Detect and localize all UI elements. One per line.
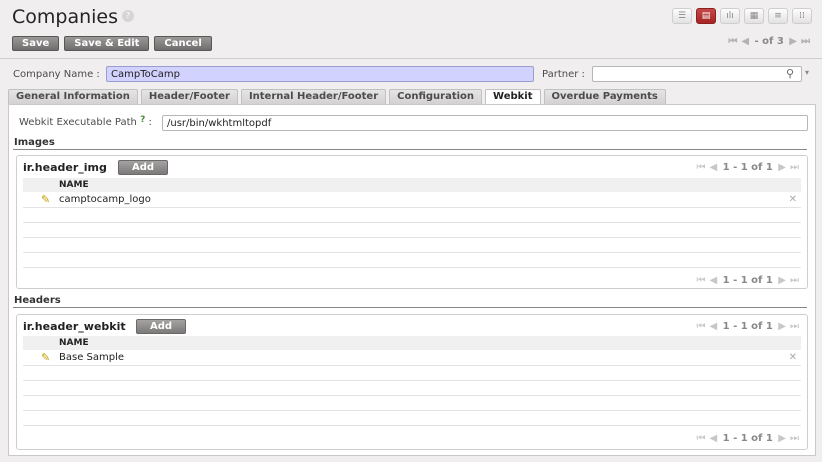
record-pager-text: - of 3 xyxy=(754,36,784,47)
table-row[interactable]: ✎ camptocamp_logo ✕ xyxy=(23,193,801,208)
headers-section-title: Headers xyxy=(14,295,61,306)
table-row[interactable]: ✎ Base Sample ✕ xyxy=(23,351,801,366)
header-img-pager-bottom-text: 1 - 1 of 1 xyxy=(722,275,773,286)
kanban-icon[interactable]: ⁞⁞ xyxy=(792,8,812,24)
webkit-path-label-text: Webkit Executable Path xyxy=(19,117,137,128)
delete-icon[interactable]: ✕ xyxy=(789,193,797,207)
help-icon[interactable]: ? xyxy=(140,115,145,125)
empty-row xyxy=(23,208,801,223)
first-page-icon[interactable]: ⏮ xyxy=(696,275,705,286)
header-webkit-pager-bottom-text: 1 - 1 of 1 xyxy=(722,433,773,444)
page-title: Companies? xyxy=(12,6,135,28)
company-name-label: Company Name : xyxy=(13,69,100,80)
tab-general-information[interactable]: General Information xyxy=(8,89,138,104)
next-page-icon[interactable]: ▶ xyxy=(778,162,786,173)
list-icon[interactable]: ☰ xyxy=(672,8,692,24)
header-webkit-list: ir.header_webkit Add ⏮ ◀ 1 - 1 of 1 ▶ ⏭ NA… xyxy=(16,314,808,450)
pencil-icon[interactable]: ✎ xyxy=(41,351,50,365)
last-page-icon[interactable]: ⏭ xyxy=(790,275,799,286)
empty-row xyxy=(23,411,801,426)
form-icon[interactable]: ▤ xyxy=(696,8,716,24)
header-img-field-label: ir.header_img xyxy=(23,161,107,174)
images-section-line xyxy=(13,149,807,150)
partner-label: Partner : xyxy=(542,69,585,80)
name-column-header[interactable]: NAME xyxy=(23,178,801,192)
next-page-icon[interactable]: ▶ xyxy=(778,433,786,444)
add-header-img-button[interactable]: Add xyxy=(118,160,168,175)
tab-header-footer[interactable]: Header/Footer xyxy=(140,89,238,104)
row-name: camptocamp_logo xyxy=(59,194,151,205)
header-webkit-pager-text: 1 - 1 of 1 xyxy=(722,321,773,332)
header-img-pager-text: 1 - 1 of 1 xyxy=(722,162,773,173)
pencil-icon[interactable]: ✎ xyxy=(41,193,50,207)
header-img-list: ir.header_img Add ⏮ ◀ 1 - 1 of 1 ▶ ⏭ NAME … xyxy=(16,155,808,289)
add-header-webkit-button[interactable]: Add xyxy=(136,319,186,334)
name-column-header[interactable]: NAME xyxy=(23,336,801,350)
webkit-path-label: Webkit Executable Path ? : xyxy=(19,115,152,128)
next-page-icon[interactable]: ▶ xyxy=(778,321,786,332)
prev-page-icon[interactable]: ◀ xyxy=(709,321,717,332)
header-webkit-pager-bottom: ⏮ ◀ 1 - 1 of 1 ▶ ⏭ xyxy=(694,433,801,444)
search-icon[interactable]: ⚲ xyxy=(786,67,794,80)
last-page-icon[interactable]: ⏭ xyxy=(790,321,799,332)
tab-internal-header-footer[interactable]: Internal Header/Footer xyxy=(240,89,387,104)
empty-row xyxy=(23,366,801,381)
headers-section-line xyxy=(13,307,807,308)
first-page-icon[interactable]: ⏮ xyxy=(696,433,705,444)
record-pager: ⏮ ◀ - of 3 ▶ ⏭ xyxy=(726,36,812,47)
last-record-icon[interactable]: ⏭ xyxy=(801,36,810,47)
header-img-pager-bottom: ⏮ ◀ 1 - 1 of 1 ▶ ⏭ xyxy=(694,275,801,286)
empty-row xyxy=(23,238,801,253)
partner-input[interactable] xyxy=(592,66,802,82)
prev-page-icon[interactable]: ◀ xyxy=(709,433,717,444)
help-icon[interactable]: ? xyxy=(122,9,135,22)
webkit-path-colon: : xyxy=(148,117,152,128)
calendar-icon[interactable]: ▦ xyxy=(744,8,764,24)
last-page-icon[interactable]: ⏭ xyxy=(790,433,799,444)
prev-page-icon[interactable]: ◀ xyxy=(709,162,717,173)
header-webkit-pager: ⏮ ◀ 1 - 1 of 1 ▶ ⏭ xyxy=(694,321,801,332)
next-record-icon[interactable]: ▶ xyxy=(789,36,797,47)
tab-webkit[interactable]: Webkit xyxy=(485,89,541,105)
prev-record-icon[interactable]: ◀ xyxy=(741,36,749,47)
tab-configuration[interactable]: Configuration xyxy=(389,89,483,104)
empty-row xyxy=(23,396,801,411)
last-page-icon[interactable]: ⏭ xyxy=(790,162,799,173)
graph-icon[interactable]: ılı xyxy=(720,8,740,24)
delete-icon[interactable]: ✕ xyxy=(789,351,797,365)
header-divider xyxy=(0,58,822,59)
view-switcher: ☰ ▤ ılı ▦ ≡ ⁞⁞ xyxy=(672,8,812,24)
first-page-icon[interactable]: ⏮ xyxy=(696,162,705,173)
first-page-icon[interactable]: ⏮ xyxy=(696,321,705,332)
images-section-title: Images xyxy=(14,137,55,148)
company-name-input[interactable]: CampToCamp xyxy=(106,66,534,82)
tab-overdue-payments[interactable]: Overdue Payments xyxy=(543,89,666,104)
row-name: Base Sample xyxy=(59,352,125,363)
save-edit-button[interactable]: Save & Edit xyxy=(64,36,150,51)
gantt-icon[interactable]: ≡ xyxy=(768,8,788,24)
notebook-tabs: General Information Header/Footer Intern… xyxy=(8,89,666,105)
webkit-path-input[interactable]: /usr/bin/wkhtmltopdf xyxy=(162,115,808,131)
form-actions: Save Save & Edit Cancel xyxy=(12,36,212,51)
empty-row xyxy=(23,223,801,238)
empty-row xyxy=(23,381,801,396)
first-record-icon[interactable]: ⏮ xyxy=(728,36,737,47)
header-img-pager: ⏮ ◀ 1 - 1 of 1 ▶ ⏭ xyxy=(694,162,801,173)
cancel-button[interactable]: Cancel xyxy=(154,36,212,51)
page-title-text: Companies xyxy=(12,6,119,28)
chevron-down-icon[interactable]: ▾ xyxy=(805,68,809,77)
empty-row xyxy=(23,253,801,268)
save-button[interactable]: Save xyxy=(12,36,60,51)
next-page-icon[interactable]: ▶ xyxy=(778,275,786,286)
prev-page-icon[interactable]: ◀ xyxy=(709,275,717,286)
header-webkit-field-label: ir.header_webkit xyxy=(23,320,126,333)
